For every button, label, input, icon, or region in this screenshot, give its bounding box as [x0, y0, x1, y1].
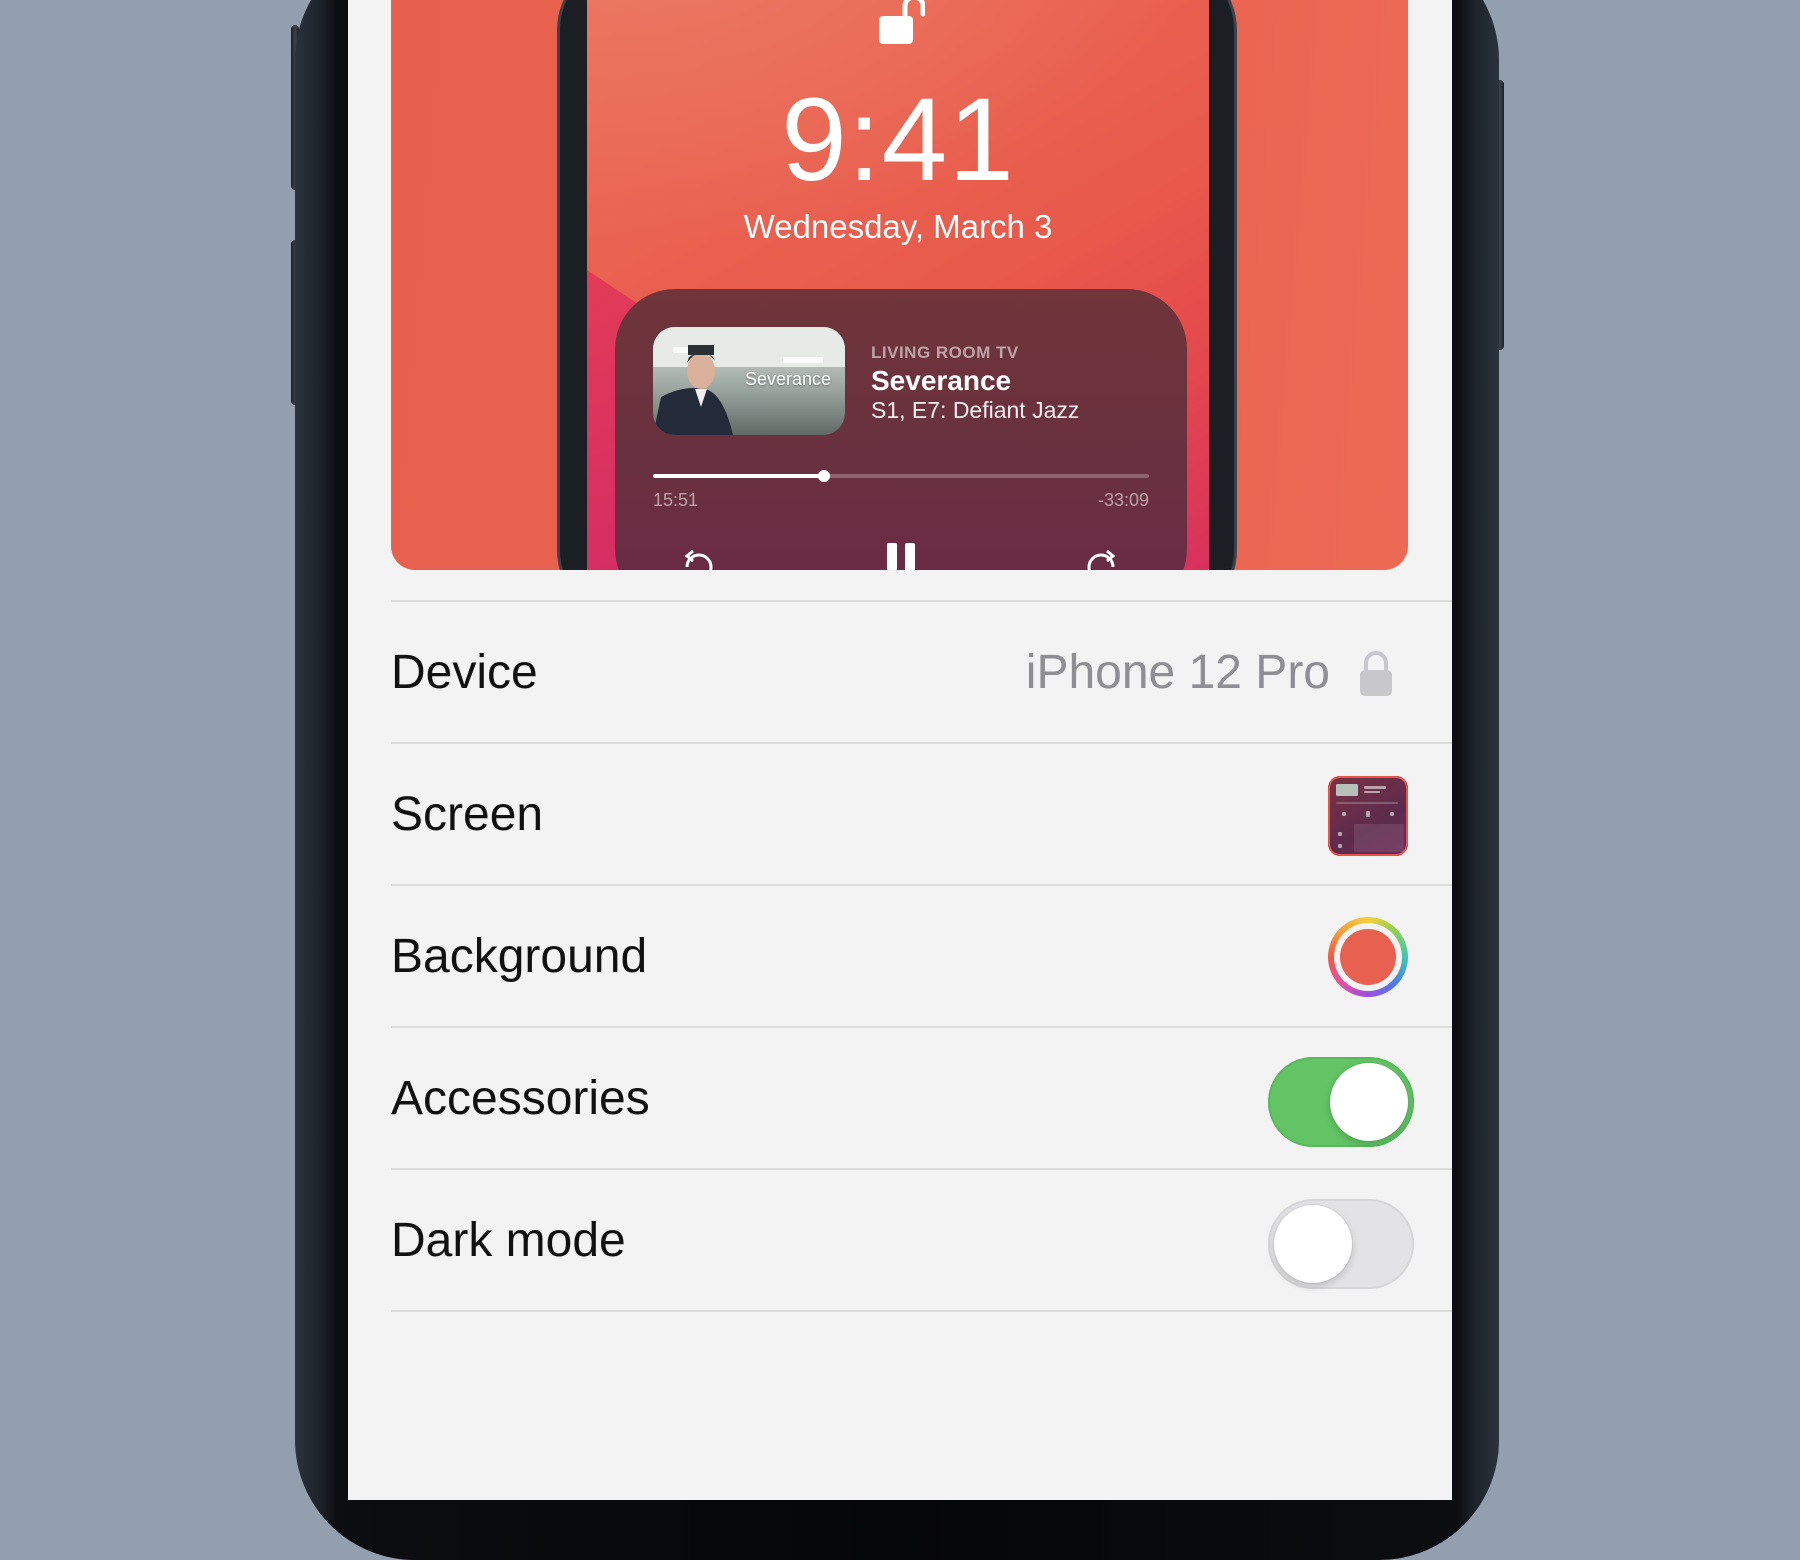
device-value: iPhone 12 Pro — [1025, 646, 1330, 699]
settings-row-dark-mode[interactable]: Dark mode — [391, 1170, 1452, 1312]
lock-icon — [1360, 651, 1392, 696]
time-remaining: -33:09 — [1097, 490, 1149, 510]
lock-screen-date: Wednesday, March 3 — [743, 208, 1053, 245]
thumb-panel — [1354, 824, 1404, 852]
pause-icon — [887, 543, 915, 570]
unlocked-lock-icon — [879, 0, 925, 44]
artwork-title: Severance — [744, 369, 831, 389]
skip-back-icon — [684, 549, 713, 570]
settings-row-accessories[interactable]: Accessories — [391, 1028, 1452, 1170]
toggle-knob — [1330, 1063, 1408, 1141]
settings-row-device[interactable]: Device iPhone 12 Pro — [391, 602, 1452, 744]
lock-screen-time: 9:41 — [781, 74, 1015, 206]
thumb-control — [1338, 832, 1342, 836]
screen-thumbnail[interactable] — [1328, 776, 1408, 856]
settings-row-background[interactable]: Background — [391, 886, 1452, 1028]
accessories-toggle[interactable] — [1268, 1057, 1414, 1147]
screen-label: Screen — [391, 788, 544, 841]
media-subtitle: S1, E7: Defiant Jazz — [871, 397, 1080, 423]
background-label: Background — [391, 930, 648, 983]
thumb-text — [1364, 786, 1386, 789]
now-playing-widget: Severance LIVING ROOM TV Severance S1, E… — [615, 289, 1187, 570]
mockup-preview: 9:41 Wednesday, March 3 Severance LIVING… — [391, 0, 1408, 570]
dark-mode-label: Dark mode — [391, 1214, 626, 1267]
thumb-progress — [1336, 802, 1398, 804]
media-title: Severance — [871, 365, 1012, 396]
device-label: Device — [391, 646, 538, 699]
settings-row-screen[interactable]: Screen — [391, 744, 1452, 886]
episode-artwork: Severance — [653, 327, 845, 435]
scrubber-knob — [818, 470, 831, 482]
selected-color-swatch — [1340, 929, 1396, 985]
thumb-control — [1338, 844, 1342, 848]
color-picker-icon[interactable] — [1328, 917, 1408, 997]
playback-scrubber — [653, 470, 1149, 482]
thumb-artwork — [1336, 784, 1358, 796]
skip-forward-icon — [1087, 549, 1116, 570]
lock-screen: 9:41 Wednesday, March 3 Severance LIVING… — [587, 0, 1209, 570]
accessories-label: Accessories — [391, 1072, 650, 1125]
stage: 9:41 Wednesday, March 3 Severance LIVING… — [0, 0, 1800, 1560]
time-elapsed: 15:51 — [653, 490, 699, 510]
row-divider — [391, 1310, 1452, 1312]
thumb-text — [1364, 791, 1380, 793]
thumb-control — [1390, 812, 1394, 816]
thumb-control — [1342, 812, 1346, 816]
playback-source: LIVING ROOM TV — [871, 343, 1019, 362]
toggle-knob — [1274, 1205, 1352, 1283]
playback-progress — [653, 474, 825, 478]
thumb-control — [1366, 811, 1370, 817]
dark-mode-toggle[interactable] — [1268, 1199, 1414, 1289]
phone-screen: 9:41 Wednesday, March 3 Severance LIVING… — [348, 0, 1452, 1500]
